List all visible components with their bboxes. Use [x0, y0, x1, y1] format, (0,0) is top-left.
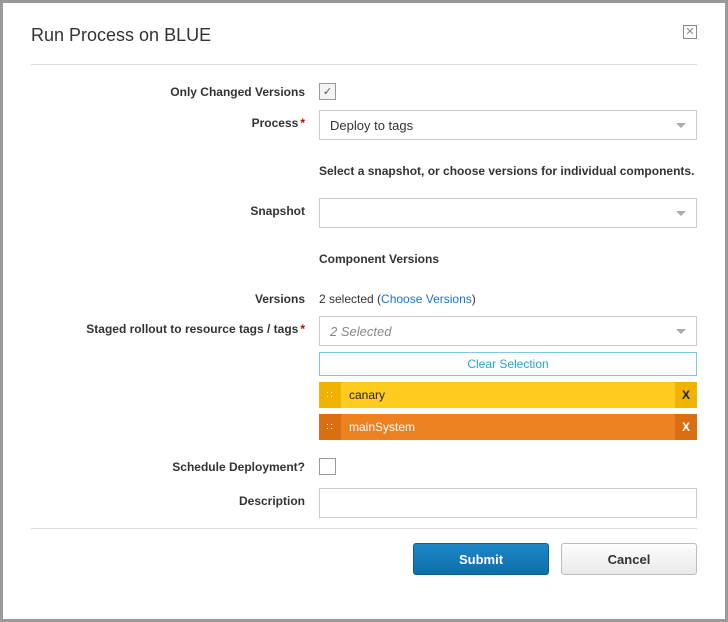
run-process-dialog: Run Process on BLUE ✕ Only Changed Versi…	[0, 0, 728, 622]
process-select[interactable]: Deploy to tags	[319, 110, 697, 140]
drag-handle-icon[interactable]: ∷	[319, 414, 341, 440]
dialog-title: Run Process on BLUE	[31, 25, 211, 46]
snapshot-label: Snapshot	[31, 198, 319, 218]
clear-selection-button[interactable]: Clear Selection	[319, 352, 697, 376]
choose-versions-link[interactable]: Choose Versions	[381, 292, 472, 306]
tag-item: ∷ mainSystem X	[319, 414, 697, 440]
versions-value: 2 selected (Choose Versions)	[319, 286, 697, 306]
divider	[31, 528, 697, 529]
divider	[31, 64, 697, 65]
tag-label: canary	[341, 382, 675, 408]
tag-remove-button[interactable]: X	[675, 414, 697, 440]
tag-label: mainSystem	[341, 414, 675, 440]
tag-remove-button[interactable]: X	[675, 382, 697, 408]
tags-select-value: 2 Selected	[330, 324, 391, 339]
staged-rollout-label: Staged rollout to resource tags / tags*	[31, 316, 319, 336]
description-input[interactable]	[319, 488, 697, 518]
snapshot-select[interactable]	[319, 198, 697, 228]
submit-button[interactable]: Submit	[413, 543, 549, 575]
only-changed-label: Only Changed Versions	[31, 79, 319, 99]
process-select-value: Deploy to tags	[330, 118, 413, 133]
required-marker: *	[300, 322, 305, 336]
only-changed-checkbox[interactable]: ✓	[319, 83, 336, 100]
schedule-label: Schedule Deployment?	[31, 454, 319, 474]
process-label: Process*	[31, 110, 319, 130]
tag-item: ∷ canary X	[319, 382, 697, 408]
component-versions-header: Component Versions	[319, 252, 697, 266]
close-icon[interactable]: ✕	[683, 25, 697, 39]
drag-handle-icon[interactable]: ∷	[319, 382, 341, 408]
tags-select[interactable]: 2 Selected	[319, 316, 697, 346]
cancel-button[interactable]: Cancel	[561, 543, 697, 575]
required-marker: *	[300, 116, 305, 130]
snapshot-hint: Select a snapshot, or choose versions fo…	[319, 164, 697, 178]
description-label: Description	[31, 488, 319, 508]
schedule-checkbox[interactable]	[319, 458, 336, 475]
versions-label: Versions	[31, 286, 319, 306]
